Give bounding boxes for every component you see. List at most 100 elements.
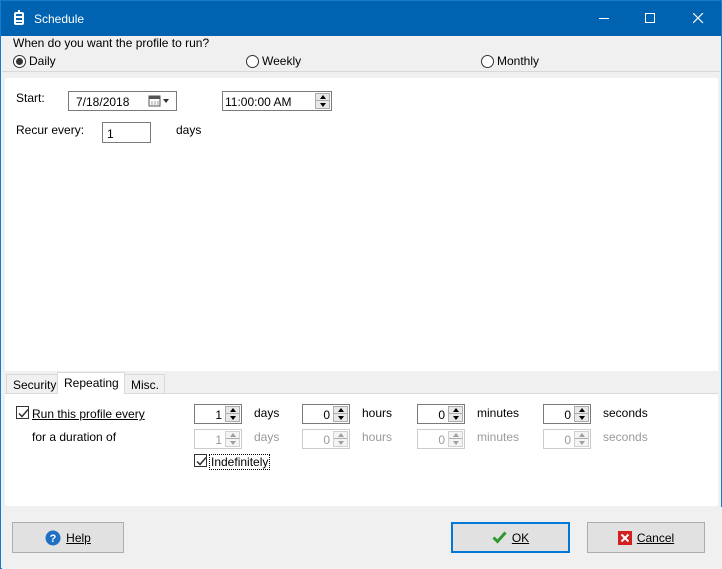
run-minutes-value: 0 [438, 408, 445, 422]
duration-label: for a duration of [32, 430, 117, 444]
title-bar: Schedule [1, 1, 721, 36]
spin-down-button[interactable] [226, 439, 239, 446]
help-label: Help [66, 530, 91, 545]
down-arrow-icon [578, 440, 585, 445]
up-arrow-icon [452, 433, 459, 437]
spin-up-button[interactable] [449, 407, 462, 414]
down-arrow-icon [229, 440, 236, 445]
duration-seconds-value: 0 [564, 433, 571, 447]
duration-seconds-unit: seconds [603, 430, 648, 444]
spin-down-button[interactable] [316, 101, 329, 108]
radio-weekly[interactable]: Weekly [246, 53, 301, 69]
recur-input[interactable]: 1 [102, 122, 151, 143]
spin-down-button[interactable] [575, 439, 588, 446]
spin-up-button[interactable] [226, 407, 239, 414]
spinner[interactable] [333, 406, 348, 422]
check-icon [196, 457, 207, 466]
up-arrow-icon [452, 408, 459, 412]
calendar-icon [148, 95, 169, 107]
up-arrow-icon [319, 95, 326, 99]
ok-label: OK [511, 530, 530, 545]
maximize-icon [644, 13, 655, 23]
radio-circle[interactable] [246, 54, 259, 68]
run-hours-stepper[interactable]: 0 [302, 404, 350, 424]
up-arrow-icon [337, 433, 344, 437]
run-seconds-value: 0 [564, 408, 571, 422]
spin-down-button[interactable] [226, 414, 239, 421]
spinner[interactable] [574, 431, 589, 447]
run-days-value: 1 [215, 408, 222, 422]
window-title: Schedule [34, 12, 85, 26]
run-minutes-unit: minutes [477, 406, 520, 420]
recur-value: 1 [107, 127, 114, 141]
start-label: Start: [16, 91, 45, 105]
spin-down-button[interactable] [449, 439, 462, 446]
radio-weekly-label: Weekly [262, 54, 302, 68]
start-date-picker[interactable]: 7/18/2018 [68, 91, 177, 111]
close-button[interactable] [675, 1, 721, 36]
up-arrow-icon [578, 408, 585, 412]
run-days-stepper[interactable]: 1 [194, 404, 242, 424]
radio-daily[interactable]: Daily [13, 53, 56, 69]
duration-minutes-stepper[interactable]: 0 [417, 429, 465, 449]
duration-hours-stepper[interactable]: 0 [302, 429, 350, 449]
tab-repeating[interactable]: Repeating [57, 372, 125, 394]
checkmark-icon [492, 531, 507, 544]
ok-button[interactable]: OK [451, 522, 570, 553]
indefinitely-label[interactable]: Indefinitely [209, 454, 271, 470]
cancel-label: Cancel [636, 530, 675, 545]
svg-text:?: ? [50, 533, 57, 545]
schedule-window: Schedule When do you want the profile to… [0, 0, 722, 569]
start-time-field[interactable]: 11:00:00 AM [222, 91, 332, 111]
run-hours-unit: hours [362, 406, 393, 420]
spin-up-button[interactable] [316, 94, 329, 101]
run-every-label[interactable]: Run this profile every [32, 407, 145, 421]
spinner[interactable] [333, 431, 348, 447]
recur-unit: days [176, 123, 202, 137]
spin-up-button[interactable] [575, 432, 588, 439]
duration-seconds-stepper[interactable]: 0 [543, 429, 591, 449]
up-arrow-icon [229, 408, 236, 412]
recur-label: Recur every: [16, 123, 85, 137]
indefinitely-checkbox[interactable] [194, 454, 207, 467]
spin-down-button[interactable] [449, 414, 462, 421]
run-every-label-text: Run this profile every [32, 407, 145, 421]
down-arrow-icon [337, 415, 344, 420]
radio-circle[interactable] [481, 54, 494, 68]
down-arrow-icon [337, 440, 344, 445]
radio-circle[interactable] [13, 54, 26, 68]
spinner[interactable] [225, 406, 240, 422]
duration-days-value: 1 [215, 433, 222, 447]
spin-up-button[interactable] [575, 407, 588, 414]
tab-security[interactable]: Security [6, 374, 63, 393]
down-arrow-icon [452, 415, 459, 420]
minimize-button[interactable] [581, 1, 627, 36]
maximize-button[interactable] [627, 1, 673, 36]
run-every-checkbox[interactable] [16, 406, 29, 419]
spin-up-button[interactable] [334, 432, 347, 439]
up-arrow-icon [578, 433, 585, 437]
time-spinner[interactable] [315, 93, 330, 109]
down-arrow-icon [452, 440, 459, 445]
spinner[interactable] [448, 431, 463, 447]
spin-up-button[interactable] [226, 432, 239, 439]
cancel-button[interactable]: Cancel [587, 522, 705, 553]
spinner[interactable] [225, 431, 240, 447]
tab-misc[interactable]: Misc. [124, 374, 165, 393]
calendar-dropdown-button[interactable] [148, 94, 172, 108]
spin-up-button[interactable] [449, 432, 462, 439]
duration-minutes-unit: minutes [477, 430, 520, 444]
start-date-value: 7/18/2018 [76, 95, 130, 109]
spin-down-button[interactable] [334, 439, 347, 446]
duration-days-stepper[interactable]: 1 [194, 429, 242, 449]
radio-monthly[interactable]: Monthly [481, 53, 539, 69]
spinner[interactable] [448, 406, 463, 422]
spin-down-button[interactable] [575, 414, 588, 421]
run-seconds-stepper[interactable]: 0 [543, 404, 591, 424]
run-minutes-stepper[interactable]: 0 [417, 404, 465, 424]
spin-down-button[interactable] [334, 414, 347, 421]
spin-up-button[interactable] [334, 407, 347, 414]
run-hours-value: 0 [323, 408, 330, 422]
help-button[interactable]: ? Help [12, 522, 124, 553]
spinner[interactable] [574, 406, 589, 422]
